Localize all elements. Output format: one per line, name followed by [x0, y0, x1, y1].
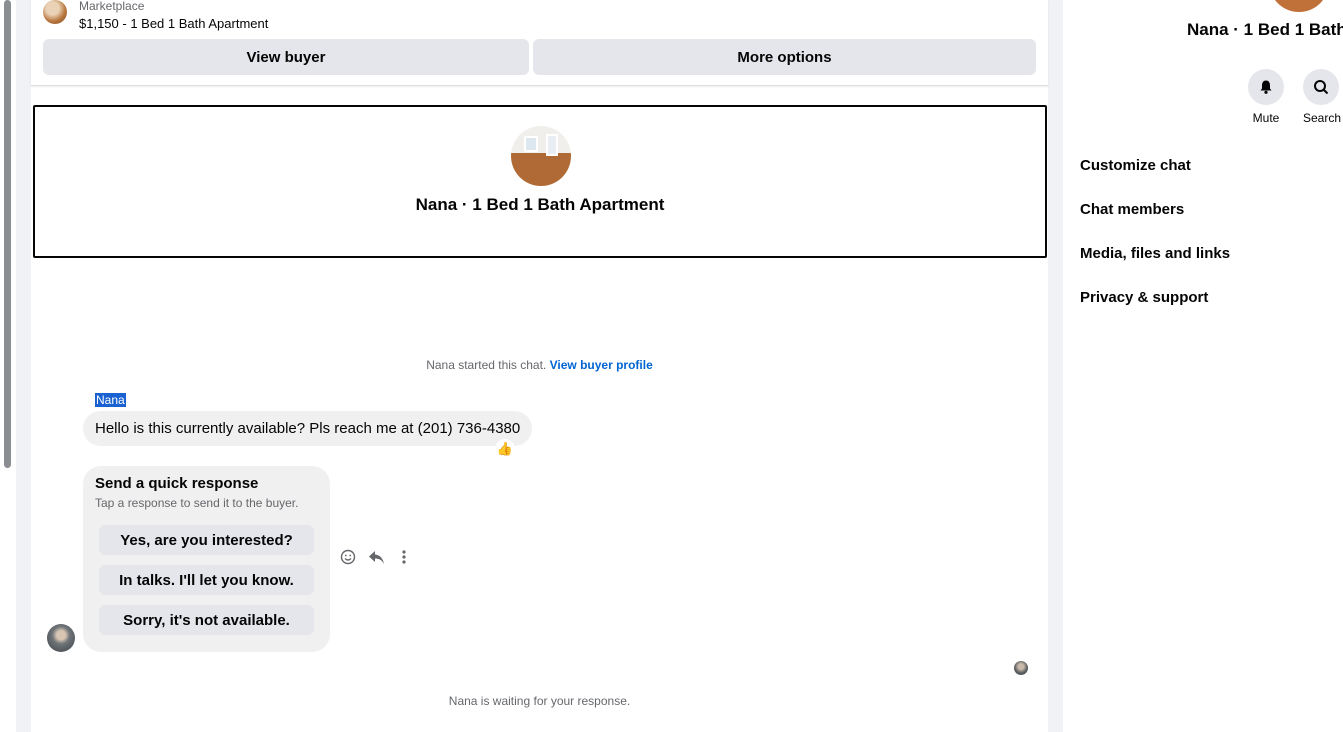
- chat-column: Marketplace $1,150 - 1 Bed 1 Bath Apartm…: [31, 0, 1048, 732]
- quick-response-card: Send a quick response Tap a response to …: [83, 466, 330, 652]
- quick-response-button[interactable]: Sorry, it's not available.: [99, 605, 314, 635]
- listing-thumbnail[interactable]: [43, 0, 67, 24]
- page-scrollbar[interactable]: [0, 0, 16, 732]
- chat-members-item[interactable]: Chat members: [1080, 201, 1184, 218]
- quick-response-subtitle: Tap a response to send it to the buyer.: [95, 496, 299, 510]
- chat-header-card: Nana · 1 Bed 1 Bath Apartment: [33, 105, 1047, 258]
- quick-response-title: Send a quick response: [95, 475, 259, 492]
- search-label: Search: [1303, 111, 1342, 125]
- thumbs-up-reaction-icon[interactable]: 👍: [495, 439, 515, 459]
- gutter-right: [1048, 0, 1063, 732]
- message-sender-name: Nana: [95, 393, 126, 407]
- quick-response-button[interactable]: Yes, are you interested?: [99, 525, 314, 555]
- listing-bar: Marketplace $1,150 - 1 Bed 1 Bath Apartm…: [31, 0, 1048, 86]
- avatar-window-shape: [524, 136, 538, 152]
- media-files-links-item[interactable]: Media, files and links: [1080, 245, 1230, 262]
- view-buyer-button[interactable]: View buyer: [43, 39, 529, 75]
- customize-chat-item[interactable]: Customize chat: [1080, 157, 1191, 174]
- listing-title[interactable]: $1,150 - 1 Bed 1 Bath Apartment: [79, 16, 268, 31]
- chat-started-notice: Nana started this chat. View buyer profi…: [31, 358, 1048, 372]
- more-options-button[interactable]: More options: [533, 39, 1036, 75]
- panel-avatar: [1269, 0, 1329, 12]
- view-buyer-profile-link[interactable]: View buyer profile: [550, 358, 653, 372]
- more-vertical-icon[interactable]: [395, 548, 413, 566]
- search-icon[interactable]: [1303, 69, 1339, 105]
- react-smiley-icon[interactable]: [339, 548, 357, 566]
- bell-icon[interactable]: [1248, 69, 1284, 105]
- reply-icon[interactable]: [367, 548, 385, 566]
- avatar-door-shape: [546, 134, 558, 156]
- privacy-support-item[interactable]: Privacy & support: [1080, 289, 1208, 306]
- read-receipt-avatar: [1014, 661, 1028, 675]
- chat-title: Nana · 1 Bed 1 Bath Apartment: [415, 195, 665, 214]
- message-actions: [339, 548, 413, 566]
- mute-action[interactable]: Mute: [1236, 69, 1296, 125]
- panel-title: Nana · 1 Bed 1 Bath Apartment: [1187, 20, 1343, 39]
- chat-info-panel: Nana · 1 Bed 1 Bath Apartment Mute Searc…: [1063, 0, 1343, 732]
- quick-response-button[interactable]: In talks. I'll let you know.: [99, 565, 314, 595]
- gutter-left: [16, 0, 31, 732]
- listing-source: Marketplace: [79, 0, 145, 13]
- scrollbar-thumb[interactable]: [4, 0, 11, 468]
- listing-avatar: [511, 126, 571, 186]
- search-action[interactable]: Search: [1303, 69, 1343, 125]
- buyer-avatar[interactable]: [47, 624, 75, 652]
- waiting-notice: Nana is waiting for your response.: [448, 694, 631, 708]
- message-bubble[interactable]: Hello is this currently available? Pls r…: [83, 411, 533, 446]
- mute-label: Mute: [1252, 111, 1280, 125]
- started-text: Nana started this chat.: [426, 358, 547, 372]
